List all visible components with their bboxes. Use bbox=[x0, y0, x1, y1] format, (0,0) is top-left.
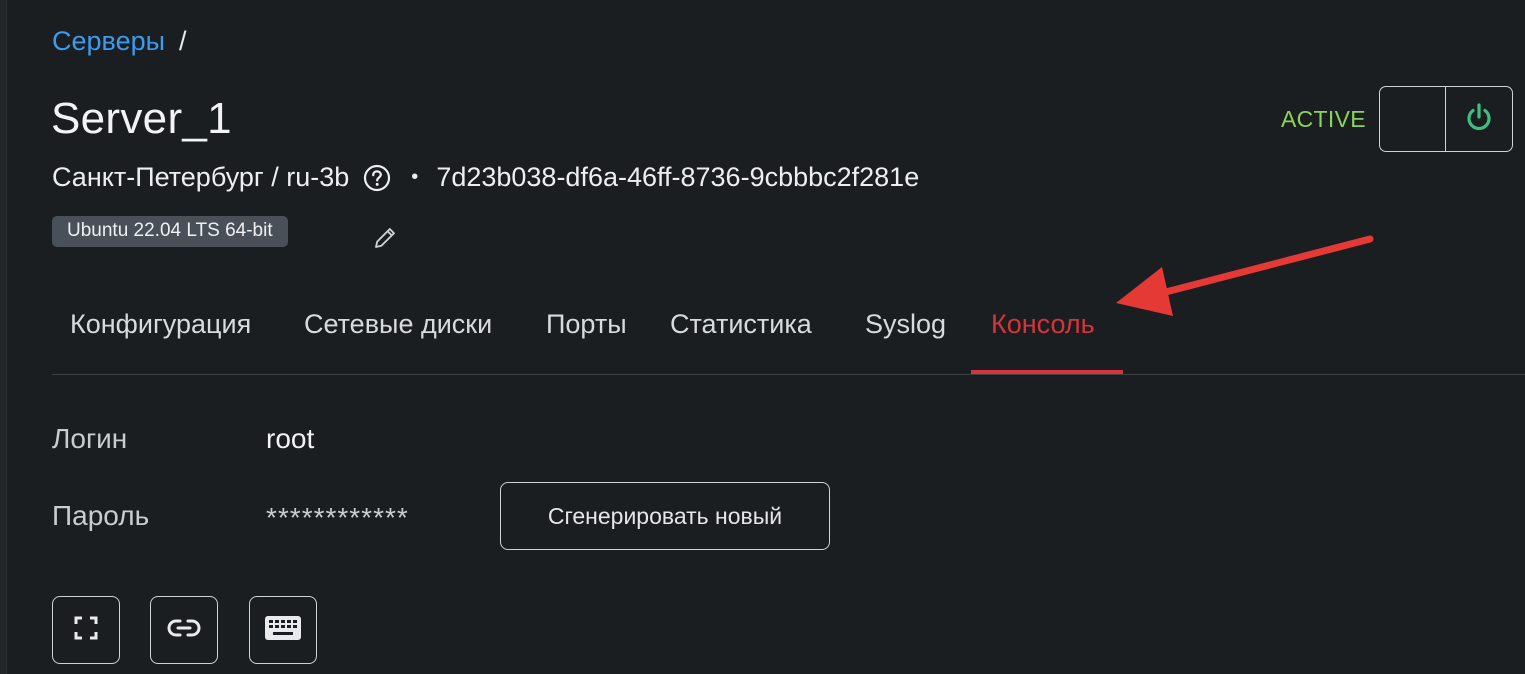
fullscreen-icon bbox=[72, 614, 100, 647]
breadcrumb-servers-link[interactable]: Серверы bbox=[52, 26, 165, 57]
breadcrumb: Серверы / bbox=[52, 26, 187, 57]
power-menu-toggle[interactable] bbox=[1380, 87, 1446, 151]
tab-syslog[interactable]: Syslog bbox=[865, 309, 946, 340]
active-tab-indicator bbox=[971, 370, 1123, 374]
tab-statistics[interactable]: Статистика bbox=[670, 309, 812, 340]
login-label: Логин bbox=[52, 423, 128, 454]
keyboard-button[interactable] bbox=[249, 596, 317, 664]
tab-configuration[interactable]: Конфигурация bbox=[70, 309, 251, 340]
link-icon bbox=[167, 616, 201, 645]
password-label: Пароль bbox=[52, 500, 150, 531]
power-controls bbox=[1379, 86, 1513, 152]
fullscreen-button[interactable] bbox=[52, 596, 120, 664]
status-badge: ACTIVE bbox=[1281, 106, 1366, 132]
left-panel-edge bbox=[0, 0, 7, 674]
login-value: root bbox=[266, 423, 315, 454]
tab-console[interactable]: Консоль bbox=[991, 309, 1095, 340]
help-circle-icon[interactable] bbox=[363, 164, 391, 192]
generate-password-button[interactable]: Сгенерировать новый bbox=[500, 482, 830, 550]
power-button[interactable] bbox=[1446, 87, 1512, 151]
os-badge: Ubuntu 22.04 LTS 64-bit bbox=[52, 216, 288, 247]
power-icon bbox=[1463, 101, 1495, 138]
server-id: 7d23b038-df6a-46ff-8736-9cbbbc2f281e bbox=[436, 162, 920, 192]
breadcrumb-separator: / bbox=[179, 26, 187, 56]
password-value: ************ bbox=[266, 502, 409, 533]
server-location: Санкт-Петербург / ru-3b bbox=[52, 162, 350, 192]
tab-ports[interactable]: Порты bbox=[546, 309, 627, 340]
pencil-icon[interactable] bbox=[372, 225, 398, 251]
link-button[interactable] bbox=[150, 596, 218, 664]
tab-network-disks[interactable]: Сетевые диски bbox=[304, 309, 492, 340]
page-title: Server_1 bbox=[51, 94, 232, 143]
tab-bar: Конфигурация Сетевые диски Порты Статист… bbox=[52, 300, 1525, 375]
server-meta: Санкт-Петербург / ru-3b • 7d23b038-df6a-… bbox=[52, 162, 919, 193]
separator-dot: • bbox=[411, 166, 419, 188]
keyboard-icon bbox=[264, 615, 302, 646]
